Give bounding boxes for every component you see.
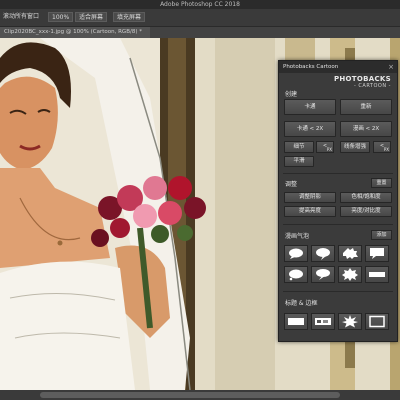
spiky-bubble-icon[interactable] xyxy=(338,266,362,283)
document-tab[interactable]: Clip2020BC_xxx-1.jpg @ 100% (Cartoon, RG… xyxy=(0,27,150,38)
scroll-all-windows-checkbox[interactable]: 滚动所有窗口 xyxy=(3,12,39,22)
section-divider xyxy=(283,291,393,292)
detail-px-button[interactable]: < PX xyxy=(316,141,334,153)
white-box-icon[interactable] xyxy=(284,313,308,330)
brightness-boost-button[interactable]: 提高亮度 xyxy=(284,206,336,217)
frame-border-icon[interactable] xyxy=(365,313,389,330)
speech-bubble-down-icon[interactable] xyxy=(311,266,335,283)
speech-bubble-round-icon[interactable] xyxy=(284,245,308,262)
brightness-contrast-button[interactable]: 亮度/对比度 xyxy=(340,206,392,217)
detail-button[interactable]: 细节 xyxy=(284,141,314,153)
fill-screen-button[interactable]: 填充屏幕 xyxy=(113,12,146,22)
window-title-bar: Adobe Photoshop CC 2018 xyxy=(0,0,400,9)
comic-2x-button[interactable]: 漫画 < 2X xyxy=(340,121,392,137)
redo-button[interactable]: 重新 xyxy=(340,99,392,115)
star-burst-icon[interactable] xyxy=(338,313,362,330)
panel-header: Photobacks Cartoon × xyxy=(279,61,397,73)
panel-title: Photobacks Cartoon xyxy=(283,64,339,70)
logo-line2: - CARTOON - xyxy=(354,83,391,89)
pattern-box-icon[interactable] xyxy=(311,313,335,330)
section-bubbles-title: 漫画气泡 xyxy=(285,233,310,240)
zoom-field[interactable]: 100% xyxy=(48,12,74,22)
close-icon[interactable]: × xyxy=(388,61,394,73)
shadow-adjust-button[interactable]: 调整阴影 xyxy=(284,192,336,203)
speech-bubble-square-icon[interactable] xyxy=(365,245,389,262)
section-adjust-title: 调整 xyxy=(285,181,298,188)
section-create-title: 创建 xyxy=(285,91,298,98)
cartoon-button[interactable]: 卡通 xyxy=(284,99,336,115)
scrollbar-thumb[interactable] xyxy=(40,392,340,398)
thought-bubble-icon[interactable] xyxy=(284,266,308,283)
detail-px-label: PX xyxy=(326,147,332,152)
logo-line1: PHOTOBACKS xyxy=(333,75,391,83)
panel-logo: PHOTOBACKS - CARTOON - xyxy=(334,75,391,89)
caption-bar-icon[interactable] xyxy=(365,266,389,283)
enhance-lines-button[interactable]: 线条增强 xyxy=(340,141,370,153)
burst-bubble-icon[interactable] xyxy=(338,245,362,262)
speech-bubble-tail-icon[interactable] xyxy=(311,245,335,262)
horizontal-scrollbar[interactable] xyxy=(0,390,400,400)
reset-button[interactable]: 重置 xyxy=(371,178,392,188)
enhance-px-label: PX xyxy=(383,147,389,152)
cartoon-2x-button[interactable]: 卡通 < 2X xyxy=(284,121,336,137)
section-divider xyxy=(283,224,393,225)
add-bubble-button[interactable]: 添加 xyxy=(371,230,392,240)
section-titles-borders-title: 标题 & 边框 xyxy=(285,300,318,307)
section-divider xyxy=(283,173,393,174)
enhance-px-button[interactable]: < PX xyxy=(373,141,391,153)
photobacks-cartoon-panel: Photobacks Cartoon × PHOTOBACKS - CARTOO… xyxy=(278,60,398,342)
flatten-button[interactable]: 平滑 xyxy=(284,156,314,167)
options-bar: 滚动所有窗口 100% 适合屏幕 填充屏幕 xyxy=(0,9,400,27)
window-title: Adobe Photoshop CC 2018 xyxy=(160,1,240,8)
hue-saturation-button[interactable]: 色相/饱和度 xyxy=(340,192,392,203)
fit-screen-button[interactable]: 适合屏幕 xyxy=(75,12,108,22)
